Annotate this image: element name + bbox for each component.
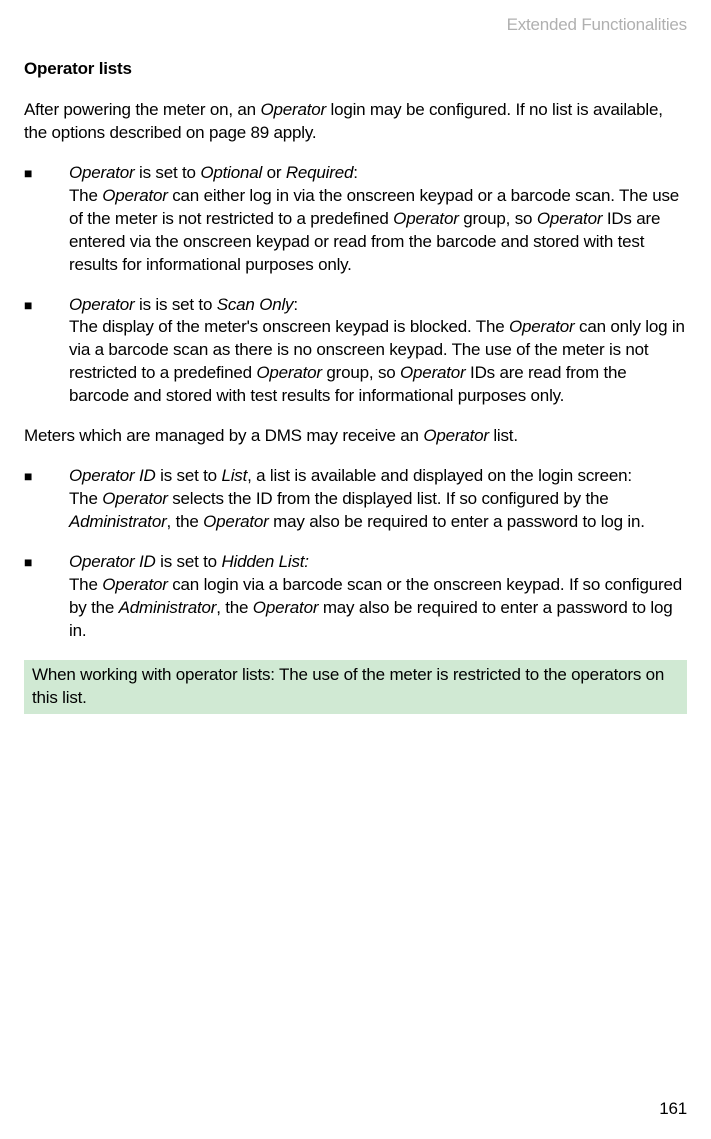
- text: , the: [216, 598, 253, 617]
- bullet-text: Operator is is set to Scan Only: The dis…: [69, 294, 687, 409]
- text: group, so: [322, 363, 400, 382]
- intro-paragraph: After powering the meter on, an Operator…: [24, 99, 687, 145]
- page-number: 161: [659, 1098, 687, 1121]
- page-header: Extended Functionalities: [507, 14, 687, 37]
- text: is set to: [156, 466, 222, 485]
- bullet-icon: ■: [24, 294, 69, 409]
- italic-text: Hidden List:: [221, 552, 308, 571]
- text: list.: [489, 426, 518, 445]
- italic-text: Administrator: [69, 512, 167, 531]
- page-content: Operator lists After powering the meter …: [24, 58, 687, 714]
- text: is set to: [156, 552, 222, 571]
- text: selects the ID from the displayed list. …: [168, 489, 609, 508]
- text: is is set to: [135, 295, 217, 314]
- section-title: Operator lists: [24, 58, 687, 81]
- bullet-item: ■ Operator is set to Optional or Require…: [24, 162, 687, 277]
- text: is set to: [135, 163, 201, 182]
- text: or: [262, 163, 286, 182]
- italic-text: Operator: [393, 209, 459, 228]
- italic-text: Operator: [102, 575, 168, 594]
- italic-text: Operator: [260, 100, 326, 119]
- text: , the: [167, 512, 204, 531]
- bullet-text: Operator is set to Optional or Required:…: [69, 162, 687, 277]
- italic-text: Required: [286, 163, 353, 182]
- bullet-text: Operator ID is set to Hidden List: The O…: [69, 551, 687, 643]
- italic-text: Operator: [102, 186, 168, 205]
- italic-text: Operator: [102, 489, 168, 508]
- text: , a list is available and displayed on t…: [247, 466, 632, 485]
- text: :: [353, 163, 358, 182]
- text: group, so: [459, 209, 537, 228]
- bullet-icon: ■: [24, 162, 69, 277]
- text: Meters which are managed by a DMS may re…: [24, 426, 423, 445]
- text: After powering the meter on, an: [24, 100, 260, 119]
- text: The: [69, 489, 102, 508]
- text: :: [293, 295, 298, 314]
- italic-text: Operator: [509, 317, 575, 336]
- italic-text: Operator: [253, 598, 319, 617]
- bullet-item: ■ Operator is is set to Scan Only: The d…: [24, 294, 687, 409]
- text: may also be required to enter a password…: [269, 512, 645, 531]
- italic-text: Administrator: [119, 598, 217, 617]
- bullet-text: Operator ID is set to List, a list is av…: [69, 465, 687, 534]
- italic-text: Operator: [400, 363, 466, 382]
- bullet-item: ■ Operator ID is set to Hidden List: The…: [24, 551, 687, 643]
- italic-text: Operator ID: [69, 466, 156, 485]
- bullet-item: ■ Operator ID is set to List, a list is …: [24, 465, 687, 534]
- italic-text: Operator: [423, 426, 489, 445]
- bullet-icon: ■: [24, 551, 69, 643]
- mid-paragraph: Meters which are managed by a DMS may re…: [24, 425, 687, 448]
- italic-text: Operator: [69, 163, 135, 182]
- italic-text: Operator: [69, 295, 135, 314]
- text: The display of the meter's onscreen keyp…: [69, 317, 509, 336]
- italic-text: Operator: [537, 209, 603, 228]
- italic-text: List: [221, 466, 247, 485]
- text: The: [69, 186, 102, 205]
- italic-text: Scan Only: [217, 295, 294, 314]
- italic-text: Operator: [256, 363, 322, 382]
- bullet-icon: ■: [24, 465, 69, 534]
- italic-text: Operator: [203, 512, 269, 531]
- italic-text: Operator ID: [69, 552, 156, 571]
- note-box: When working with operator lists: The us…: [24, 660, 687, 714]
- text: The: [69, 575, 102, 594]
- italic-text: Optional: [200, 163, 262, 182]
